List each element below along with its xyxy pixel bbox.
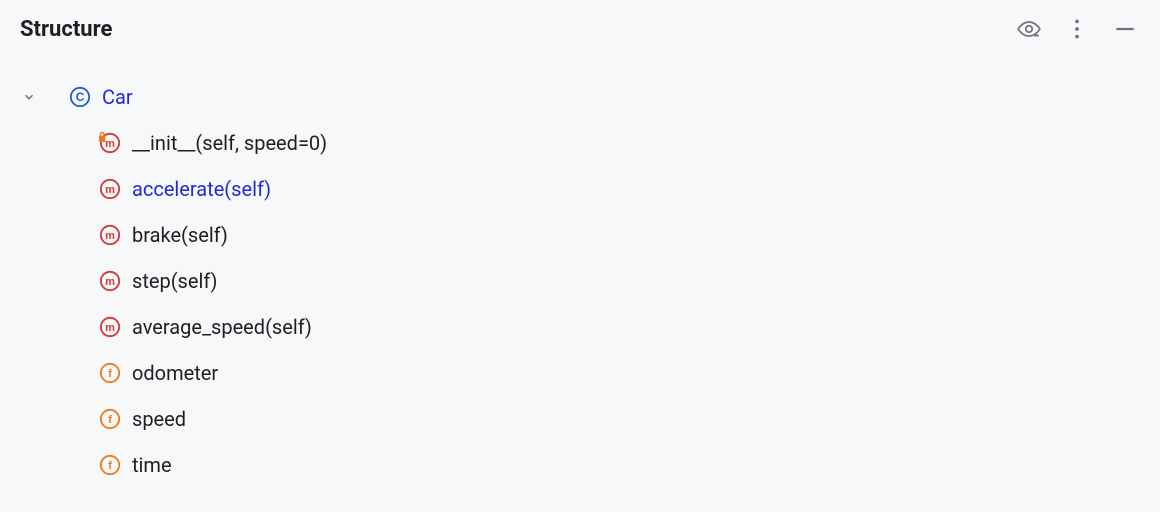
field-icon: f [98, 407, 122, 431]
method-icon: m [98, 315, 122, 339]
field-icon: f [98, 453, 122, 477]
method-icon: m [98, 177, 122, 201]
svg-text:m: m [105, 230, 115, 242]
member-label: time [132, 453, 172, 477]
member-node[interactable]: m __init__(self, speed=0) [20, 120, 1140, 166]
member-node[interactable]: m average_speed(self) [20, 304, 1140, 350]
field-icon: f [98, 361, 122, 385]
panel-header: Structure [0, 0, 1160, 52]
svg-text:m: m [105, 322, 115, 334]
member-label: odometer [132, 361, 218, 385]
member-node[interactable]: m brake(self) [20, 212, 1140, 258]
member-label: speed [132, 407, 186, 431]
class-node-car[interactable]: C Car [20, 74, 1140, 120]
svg-text:m: m [105, 276, 115, 288]
method-lock-icon: m [98, 131, 122, 155]
member-label: step(self) [132, 269, 217, 293]
method-icon: m [98, 223, 122, 247]
svg-text:f: f [108, 414, 112, 426]
svg-text:f: f [108, 460, 112, 472]
member-label: __init__(self, speed=0) [132, 131, 327, 155]
member-label: accelerate(self) [132, 177, 271, 201]
member-node[interactable]: m accelerate(self) [20, 166, 1140, 212]
member-label: brake(self) [132, 223, 228, 247]
member-node[interactable]: m step(self) [20, 258, 1140, 304]
svg-text:f: f [108, 368, 112, 380]
structure-tree: C Car m __init__(self, speed=0) m [0, 52, 1160, 488]
svg-text:m: m [105, 184, 115, 196]
panel-title: Structure [20, 17, 112, 42]
panel-actions [1016, 16, 1138, 42]
view-options-icon[interactable] [1016, 16, 1042, 42]
method-icon: m [98, 269, 122, 293]
member-label: average_speed(self) [132, 315, 312, 339]
chevron-down-icon[interactable] [20, 90, 38, 104]
class-icon: C [68, 85, 92, 109]
svg-text:C: C [76, 90, 85, 104]
class-label: Car [102, 85, 133, 109]
member-node[interactable]: f time [20, 442, 1140, 488]
minimize-icon[interactable] [1112, 16, 1138, 42]
member-node[interactable]: f odometer [20, 350, 1140, 396]
more-options-icon[interactable] [1064, 16, 1090, 42]
svg-text:m: m [105, 138, 115, 150]
structure-panel: Structure [0, 0, 1160, 512]
member-node[interactable]: f speed [20, 396, 1140, 442]
